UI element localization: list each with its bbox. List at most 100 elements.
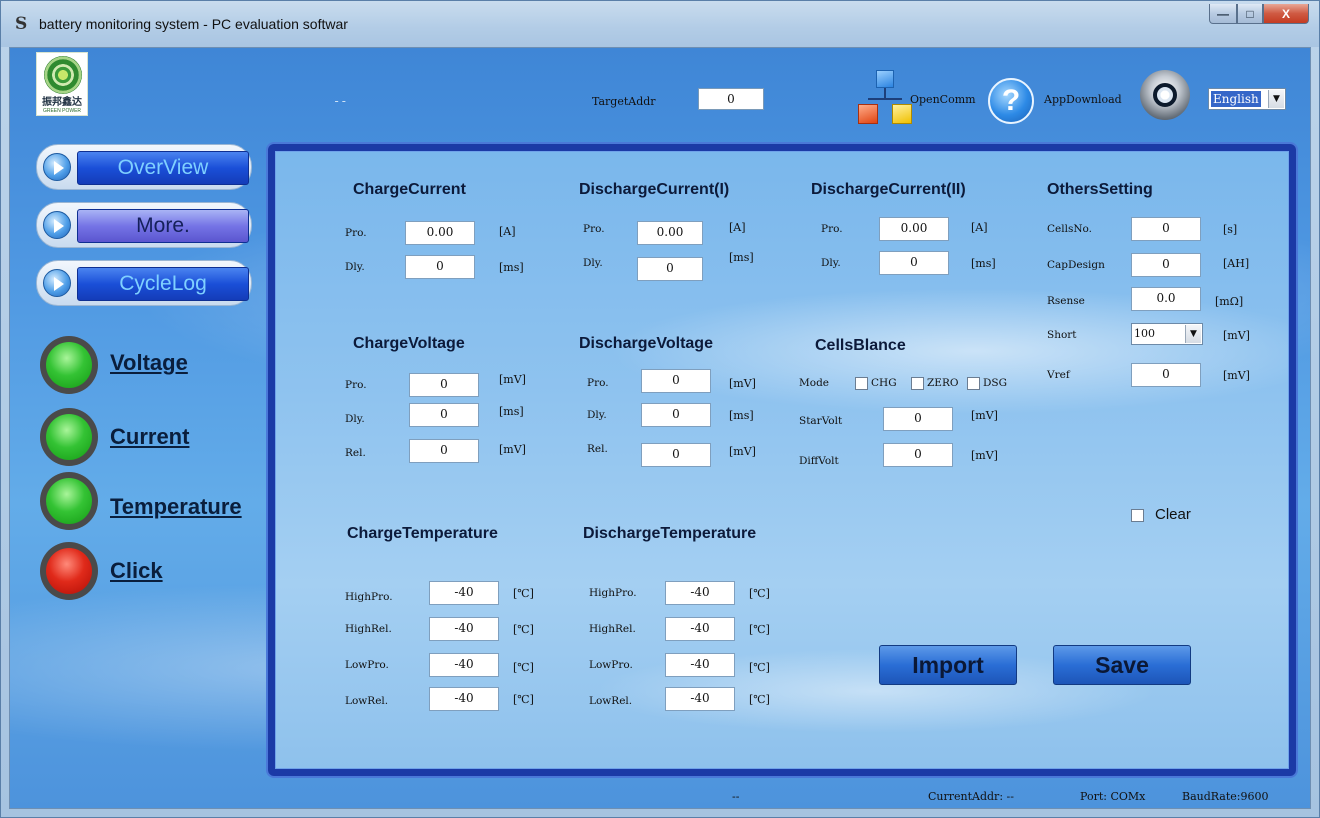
title-bar: S battery monitoring system - PC evaluat… xyxy=(1,1,1319,47)
maximize-button[interactable]: □ xyxy=(1237,4,1263,24)
app-logo-icon: S xyxy=(15,14,28,34)
clear-checkbox[interactable] xyxy=(1131,509,1144,522)
cc-dly-input[interactable]: 0 xyxy=(405,255,475,279)
dc1-dly-unit: [ms] xyxy=(729,251,754,264)
import-button[interactable]: Import xyxy=(879,645,1017,685)
diff-volt-label: DiffVolt xyxy=(799,455,839,467)
others-setting-title: OthersSetting xyxy=(1047,181,1153,198)
cells-no-input[interactable]: 0 xyxy=(1131,217,1201,241)
cv-dly-label: Dly. xyxy=(345,413,365,425)
close-button[interactable]: X xyxy=(1263,4,1309,24)
star-volt-input[interactable]: 0 xyxy=(883,407,953,431)
dv-rel-unit: [mV] xyxy=(729,445,756,458)
vref-input[interactable]: 0 xyxy=(1131,363,1201,387)
discharge-temperature-title: DischargeTemperature xyxy=(583,525,757,542)
current-link[interactable]: Current xyxy=(110,424,189,450)
voltage-link[interactable]: Voltage xyxy=(110,350,188,376)
cells-no-unit: [s] xyxy=(1223,223,1238,236)
cc-dly-label: Dly. xyxy=(345,261,365,273)
top-status-dashes: -- xyxy=(333,94,348,108)
ct-lowpro-input[interactable]: -40 xyxy=(429,653,499,677)
cells-no-label: CellsNo. xyxy=(1047,223,1093,235)
ct-lowrel-unit: [℃] xyxy=(513,693,534,706)
open-comm-label[interactable]: OpenComm xyxy=(910,93,976,106)
dv-pro-input[interactable]: 0 xyxy=(641,369,711,393)
dc1-pro-label: Pro. xyxy=(583,223,605,235)
dv-rel-label: Rel. xyxy=(587,443,608,455)
target-addr-input[interactable]: 0 xyxy=(698,88,764,110)
cc-pro-input[interactable]: 0.00 xyxy=(405,221,475,245)
minimize-button[interactable]: — xyxy=(1209,4,1237,24)
power-icon[interactable] xyxy=(1140,70,1190,120)
ct-highrel-input[interactable]: -40 xyxy=(429,617,499,641)
voltage-status-light xyxy=(40,336,98,394)
ct-highpro-input[interactable]: -40 xyxy=(429,581,499,605)
vref-label: Vref xyxy=(1047,369,1070,381)
cv-pro-input[interactable]: 0 xyxy=(409,373,479,397)
dc1-dly-input[interactable]: 0 xyxy=(637,257,703,281)
network-node-yellow xyxy=(892,104,912,124)
dt-lowrel-input[interactable]: -40 xyxy=(665,687,735,711)
rsense-input[interactable]: 0.0 xyxy=(1131,287,1201,311)
logo-ring-icon xyxy=(44,56,82,94)
dt-lowrel-label: LowRel. xyxy=(589,695,633,707)
dsg-checkbox[interactable] xyxy=(967,377,980,390)
app-window: S battery monitoring system - PC evaluat… xyxy=(0,0,1320,818)
cv-pro-unit: [mV] xyxy=(499,373,526,386)
nav-more-label: More. xyxy=(77,209,249,243)
cv-rel-label: Rel. xyxy=(345,447,366,459)
current-status-light xyxy=(40,408,98,466)
target-addr-label: TargetAddr xyxy=(592,95,656,108)
ct-lowrel-label: LowRel. xyxy=(345,695,389,707)
red-light-icon xyxy=(46,548,92,594)
zero-checkbox[interactable] xyxy=(911,377,924,390)
diff-volt-input[interactable]: 0 xyxy=(883,443,953,467)
cap-design-input[interactable]: 0 xyxy=(1131,253,1201,277)
client-area: 振邦鑫达 GREEN POWER -- TargetAddr 0 OpenCom… xyxy=(9,47,1311,809)
dt-highpro-unit: [℃] xyxy=(749,587,770,600)
nav-more-button[interactable]: More. xyxy=(36,202,252,248)
cv-dly-unit: [ms] xyxy=(499,405,524,418)
save-button[interactable]: Save xyxy=(1053,645,1191,685)
current-addr-status: CurrentAddr: -- xyxy=(928,790,1014,803)
cv-rel-unit: [mV] xyxy=(499,443,526,456)
ct-lowpro-unit: [℃] xyxy=(513,661,534,674)
short-select[interactable]: 100 ▼ xyxy=(1131,323,1203,345)
cv-dly-input[interactable]: 0 xyxy=(409,403,479,427)
settings-panel: ChargeCurrent Pro. 0.00 [A] Dly. 0 [ms] … xyxy=(268,144,1296,776)
star-volt-label: StarVolt xyxy=(799,415,843,427)
logo-text: 振邦鑫达 xyxy=(42,97,82,108)
network-line xyxy=(868,98,902,100)
open-comm-icon[interactable] xyxy=(856,68,912,126)
cv-rel-input[interactable]: 0 xyxy=(409,439,479,463)
dc2-pro-input[interactable]: 0.00 xyxy=(879,217,949,241)
nav-cyclelog-button[interactable]: CycleLog xyxy=(36,260,252,306)
dt-lowpro-input[interactable]: -40 xyxy=(665,653,735,677)
chg-checkbox[interactable] xyxy=(855,377,868,390)
dv-pro-label: Pro. xyxy=(587,377,609,389)
dv-rel-input[interactable]: 0 xyxy=(641,443,711,467)
play-arrow-icon xyxy=(43,269,71,297)
app-download-label[interactable]: AppDownload xyxy=(1044,93,1122,106)
dc1-pro-input[interactable]: 0.00 xyxy=(637,221,703,245)
ct-lowpro-label: LowPro. xyxy=(345,659,389,671)
rsense-label: Rsense xyxy=(1047,295,1085,307)
dc2-dly-input[interactable]: 0 xyxy=(879,251,949,275)
help-icon[interactable]: ? xyxy=(988,78,1034,124)
zero-label: ZERO xyxy=(927,377,959,389)
dt-highpro-input[interactable]: -40 xyxy=(665,581,735,605)
dsg-label: DSG xyxy=(983,377,1007,389)
short-label: Short xyxy=(1047,329,1077,341)
discharge-current-2-title: DischargeCurrent(II) xyxy=(811,181,966,198)
dv-dly-input[interactable]: 0 xyxy=(641,403,711,427)
language-value: English xyxy=(1211,91,1261,107)
ct-lowrel-input[interactable]: -40 xyxy=(429,687,499,711)
dt-highrel-input[interactable]: -40 xyxy=(665,617,735,641)
nav-overview-button[interactable]: OverView xyxy=(36,144,252,190)
chevron-down-icon: ▼ xyxy=(1268,90,1284,108)
charge-voltage-title: ChargeVoltage xyxy=(353,335,465,352)
dt-lowpro-unit: [℃] xyxy=(749,661,770,674)
temperature-link[interactable]: Temperature xyxy=(110,494,242,520)
click-link[interactable]: Click xyxy=(110,558,163,584)
language-select[interactable]: English ▼ xyxy=(1208,88,1286,110)
